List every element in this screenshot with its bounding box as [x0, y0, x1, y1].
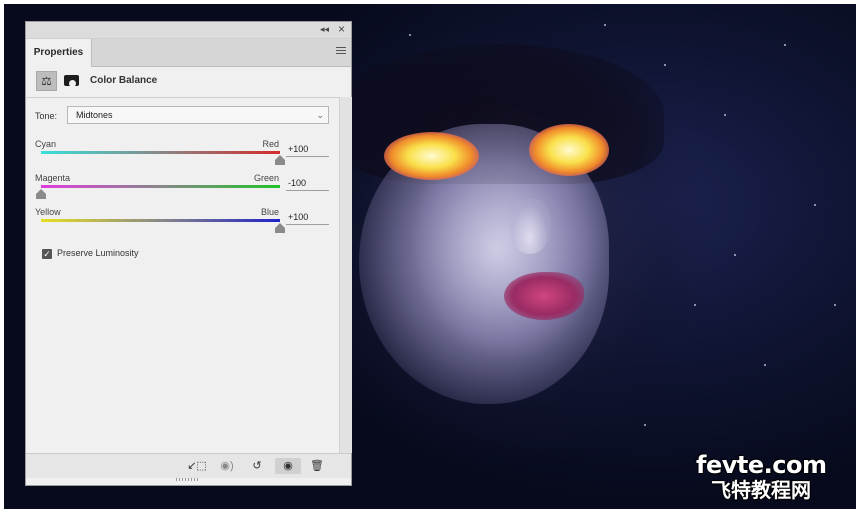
star [644, 424, 646, 426]
star [409, 34, 411, 36]
slider-left-label: Magenta [35, 173, 71, 183]
double-chevron-right-icon[interactable]: ◂◂ [320, 24, 329, 35]
clip-to-layer-icon[interactable]: ↙⬚ [186, 458, 208, 474]
slider-track[interactable] [41, 185, 280, 188]
watermark: fevte.com 飞特教程网 [696, 451, 827, 502]
slider-value-input[interactable]: +100 [286, 209, 329, 225]
view-previous-state-icon[interactable]: ◉) [216, 458, 238, 474]
star [664, 64, 666, 66]
lips [504, 272, 584, 320]
chevron-down-icon: ⌄ [316, 110, 324, 120]
watermark-line2: 飞特教程网 [711, 478, 811, 502]
slider-track[interactable] [41, 151, 280, 154]
scales-icon[interactable]: ⚖ [36, 71, 57, 91]
slider-magenta-green: Magenta Green -100 [34, 173, 334, 205]
slider-right-label: Green [253, 173, 279, 183]
slider-thumb[interactable] [275, 223, 285, 233]
slider-left-label: Cyan [35, 139, 57, 149]
panel-bottom-toolbar: ↙⬚ ◉) ↺ ◉ 🗑 [26, 453, 351, 478]
slider-thumb[interactable] [36, 189, 46, 199]
slider-yellow-blue: Yellow Blue +100 [34, 207, 334, 239]
star [834, 304, 836, 306]
visibility-eye-icon[interactable]: ◉ [275, 458, 301, 474]
glowing-eye-left [384, 132, 479, 180]
star [764, 364, 766, 366]
adjustment-content: Tone: Midtones ⌄ Cyan Red +100 Magenta G… [26, 97, 339, 454]
slider-left-label: Yellow [35, 207, 61, 217]
slider-value-input[interactable]: +100 [286, 141, 329, 157]
preserve-luminosity-label: Preserve Luminosity [57, 248, 139, 258]
nose [509, 199, 551, 254]
slider-cyan-red: Cyan Red +100 [34, 139, 334, 171]
preserve-luminosity-checkbox[interactable]: ✓ [42, 249, 52, 259]
resize-grip[interactable] [176, 478, 198, 481]
glowing-eye-right [529, 124, 609, 176]
slider-right-label: Blue [260, 207, 279, 217]
tone-selected-value: Midtones [76, 110, 113, 120]
slider-thumb[interactable] [275, 155, 285, 165]
panel-menu-icon[interactable] [336, 47, 346, 56]
properties-panel: ◂◂ × Properties ⚖ Color Balance Tone: Mi… [25, 21, 352, 486]
adjustment-title: Color Balance [90, 75, 158, 86]
watermark-line1: fevte.com [696, 451, 827, 479]
slider-value-input[interactable]: -100 [286, 175, 329, 191]
tone-select[interactable]: Midtones ⌄ [67, 106, 329, 124]
star [604, 24, 606, 26]
star [694, 304, 696, 306]
close-icon[interactable]: × [338, 22, 345, 36]
tab-properties[interactable]: Properties [26, 39, 92, 67]
reset-icon[interactable]: ↺ [246, 458, 268, 474]
slider-track[interactable] [41, 219, 280, 222]
slider-right-label: Red [262, 139, 279, 149]
trash-icon[interactable]: 🗑 [306, 458, 328, 474]
star [814, 204, 816, 206]
tone-label: Tone: [35, 111, 58, 121]
adjustment-header: ⚖ Color Balance [26, 67, 351, 95]
layer-mask-icon[interactable] [63, 72, 80, 89]
panel-tab-bar: Properties [26, 39, 351, 67]
star [724, 114, 726, 116]
panel-scrollbar[interactable] [339, 97, 352, 453]
panel-title-bar[interactable]: ◂◂ × [26, 22, 351, 39]
star [734, 254, 736, 256]
star [784, 44, 786, 46]
